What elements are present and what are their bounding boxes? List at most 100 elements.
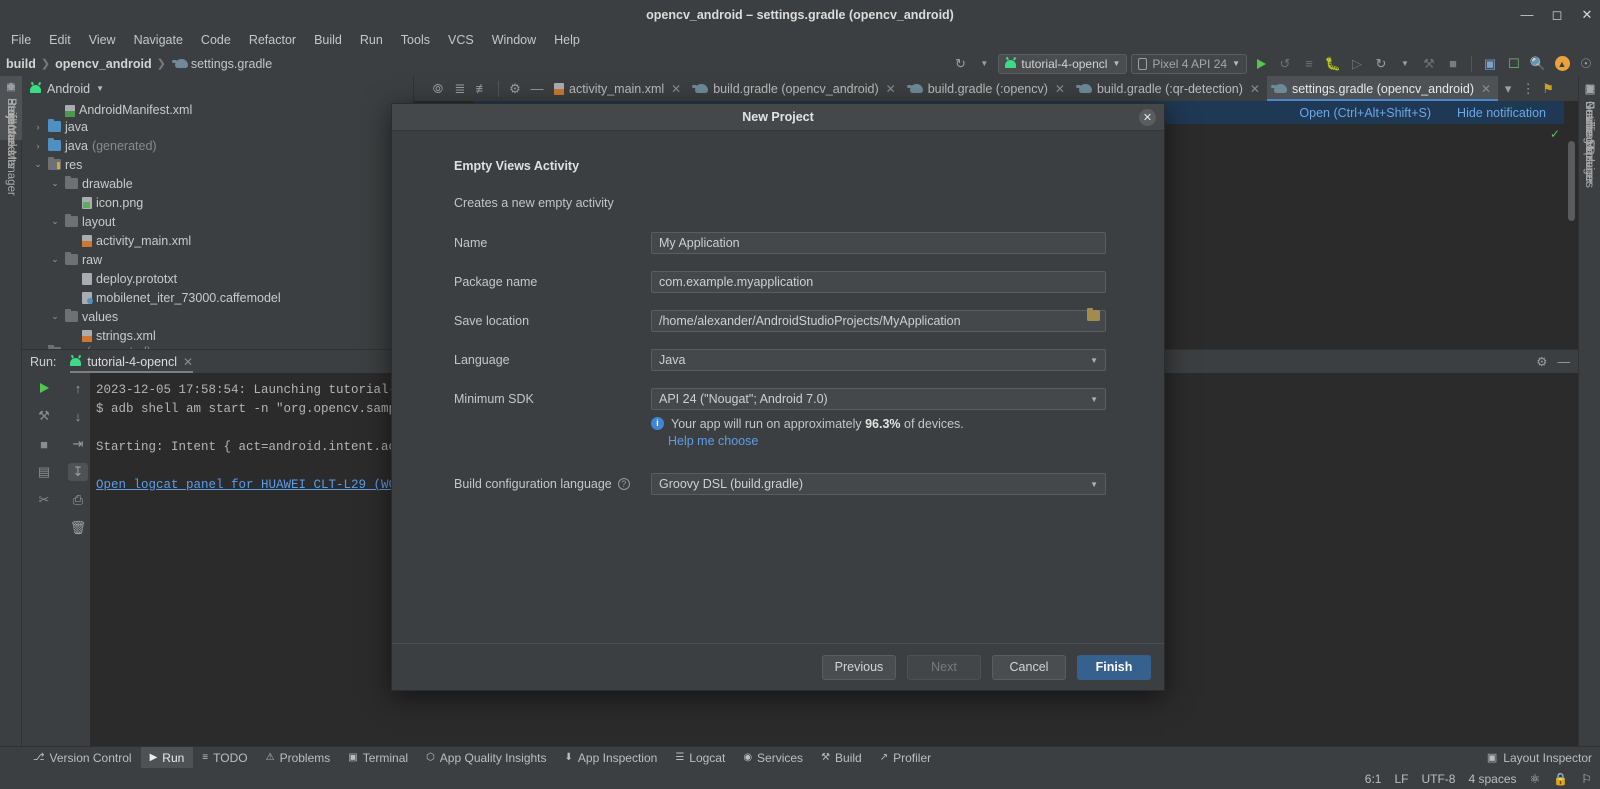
tree-expand-arrow[interactable]: ⌄ bbox=[49, 178, 61, 189]
package-name-input[interactable] bbox=[651, 271, 1106, 293]
hide-panel-icon[interactable]: — bbox=[527, 79, 547, 99]
tree-node[interactable]: ›java bbox=[22, 117, 413, 136]
tree-node[interactable]: ⌄raw bbox=[22, 250, 413, 269]
language-select[interactable]: Java ▼ bbox=[651, 349, 1106, 371]
menu-vcs[interactable]: VCS bbox=[439, 31, 483, 49]
tree-node[interactable]: strings.xml bbox=[22, 326, 413, 345]
tree-expand-arrow[interactable]: › bbox=[32, 141, 44, 151]
caret-position[interactable]: 6:1 bbox=[1365, 772, 1382, 786]
minimum-sdk-select[interactable]: API 24 ("Nougat"; Android 7.0) ▼ bbox=[651, 388, 1106, 410]
run-configuration-selector[interactable]: tutorial-4-opencl ▼ bbox=[998, 54, 1127, 74]
breadcrumb-item-file[interactable]: settings.gradle bbox=[191, 57, 272, 71]
apply-code-changes-icon[interactable]: ≡ bbox=[1299, 54, 1319, 74]
previous-button[interactable]: Previous bbox=[822, 655, 896, 680]
project-tree[interactable]: AndroidManifest.xml›java›java(generated)… bbox=[22, 101, 413, 359]
bottom-bar-item-problems[interactable]: ⚠Problems bbox=[257, 747, 340, 769]
editor-tab[interactable]: settings.gradle (opencv_android)✕ bbox=[1267, 76, 1498, 101]
expand-all-icon[interactable]: ≣ bbox=[450, 79, 470, 99]
stop-icon[interactable]: ■ bbox=[34, 435, 54, 453]
tree-node[interactable]: activity_main.xml bbox=[22, 231, 413, 250]
tree-node[interactable]: ›java(generated) bbox=[22, 136, 413, 155]
menu-file[interactable]: File bbox=[2, 31, 40, 49]
tree-expand-arrow[interactable]: › bbox=[32, 122, 44, 132]
help-icon[interactable]: ? bbox=[618, 478, 630, 490]
apply-changes-icon[interactable]: ↺ bbox=[1275, 54, 1295, 74]
help-me-choose-link[interactable]: Help me choose bbox=[668, 434, 1110, 448]
finish-button[interactable]: Finish bbox=[1077, 655, 1151, 680]
menu-tools[interactable]: Tools bbox=[392, 31, 439, 49]
sync-gradle-icon[interactable]: ↻ bbox=[950, 54, 970, 74]
editor-scrollbar[interactable] bbox=[1568, 141, 1575, 221]
stop-icon[interactable]: ■ bbox=[1443, 54, 1463, 74]
device-manager-icon[interactable]: ▣ bbox=[1480, 54, 1500, 74]
layout-icon[interactable]: ▤ bbox=[34, 463, 54, 481]
bottom-bar-item-todo[interactable]: ≡TODO bbox=[193, 747, 256, 769]
search-icon[interactable]: 🔍 bbox=[1528, 54, 1548, 74]
event-log-icon[interactable]: ⚐ bbox=[1581, 772, 1592, 786]
profile-icon[interactable]: ↻ bbox=[1371, 54, 1391, 74]
breadcrumb-item-project[interactable]: opencv_android bbox=[55, 57, 152, 71]
git-branch-icon[interactable]: ⚛ bbox=[1530, 772, 1541, 786]
scroll-up-icon[interactable]: ↑ bbox=[68, 379, 88, 397]
attach-debugger-icon[interactable]: ⚒ bbox=[1419, 54, 1439, 74]
device-file-explorer-icon[interactable]: ☐ bbox=[1504, 54, 1524, 74]
tree-node[interactable]: ⌄layout bbox=[22, 212, 413, 231]
build-config-select[interactable]: Groovy DSL (build.gradle) ▼ bbox=[651, 473, 1106, 495]
file-encoding[interactable]: UTF-8 bbox=[1421, 772, 1455, 786]
chevron-down-icon[interactable]: ▼ bbox=[1395, 54, 1415, 74]
editor-tab[interactable]: build.gradle (:opencv)✕ bbox=[903, 76, 1072, 101]
locate-icon[interactable]: ⦾ bbox=[428, 79, 448, 99]
close-tab-icon[interactable]: ✕ bbox=[671, 82, 681, 96]
line-separator[interactable]: LF bbox=[1394, 772, 1408, 786]
debug-icon[interactable]: 🐛 bbox=[1323, 54, 1343, 74]
menu-code[interactable]: Code bbox=[192, 31, 240, 49]
close-tab-icon[interactable]: ✕ bbox=[1250, 82, 1260, 96]
menu-refactor[interactable]: Refactor bbox=[240, 31, 305, 49]
tree-node[interactable]: ⌄values bbox=[22, 307, 413, 326]
chevron-down-icon[interactable]: ▼ bbox=[96, 84, 104, 93]
layout-inspector-label[interactable]: Layout Inspector bbox=[1503, 751, 1592, 765]
chevron-down-icon[interactable]: ▼ bbox=[974, 54, 994, 74]
account-icon[interactable]: ☉ bbox=[1576, 54, 1596, 74]
save-location-input[interactable] bbox=[651, 310, 1106, 332]
print-icon[interactable]: ⎙ bbox=[68, 491, 88, 509]
editor-tab[interactable]: activity_main.xml✕ bbox=[547, 76, 688, 101]
close-tab-icon[interactable]: ✕ bbox=[1481, 82, 1491, 96]
tree-node[interactable]: mobilenet_iter_73000.caffemodel bbox=[22, 288, 413, 307]
bottom-bar-item-profiler[interactable]: ↗Profiler bbox=[871, 747, 940, 769]
hide-panel-icon[interactable]: — bbox=[1558, 355, 1571, 369]
open-settings-link[interactable]: Open (Ctrl+Alt+Shift+S) bbox=[1299, 106, 1431, 120]
sidebar-item-build-variants[interactable]: ⚙ Build Variants bbox=[0, 76, 22, 174]
clear-all-icon[interactable]: 🗑 bbox=[68, 519, 88, 537]
close-button[interactable]: ✕ bbox=[1580, 8, 1594, 22]
tree-node[interactable]: AndroidManifest.xml bbox=[22, 102, 413, 117]
breadcrumb-item-build[interactable]: build bbox=[6, 57, 36, 71]
collapse-all-icon[interactable]: ≢ bbox=[472, 79, 492, 99]
run-session-tab[interactable]: tutorial-4-opencl ✕ bbox=[70, 350, 193, 373]
menu-navigate[interactable]: Navigate bbox=[125, 31, 192, 49]
cancel-button[interactable]: Cancel bbox=[992, 655, 1066, 680]
bottom-bar-item-run[interactable]: ▶Run bbox=[141, 747, 194, 769]
soft-wrap-icon[interactable]: ⇥ bbox=[68, 435, 88, 453]
device-selector[interactable]: Pixel 4 API 24 ▼ bbox=[1131, 54, 1247, 74]
tree-node[interactable]: icon.png bbox=[22, 193, 413, 212]
tree-node[interactable]: deploy.prototxt bbox=[22, 269, 413, 288]
menu-window[interactable]: Window bbox=[483, 31, 545, 49]
editor-tab[interactable]: build.gradle (:qr-detection)✕ bbox=[1072, 76, 1267, 101]
tab-options-icon[interactable]: ⋮ bbox=[1518, 79, 1538, 99]
name-input[interactable] bbox=[651, 232, 1106, 254]
run-button[interactable] bbox=[1251, 54, 1271, 74]
tree-expand-arrow[interactable]: ⌄ bbox=[49, 254, 61, 265]
bottom-bar-item-app-inspection[interactable]: ⬇App Inspection bbox=[556, 747, 667, 769]
indent-setting[interactable]: 4 spaces bbox=[1468, 772, 1516, 786]
tree-node[interactable]: ⌄res bbox=[22, 155, 413, 174]
hide-notification-link[interactable]: Hide notification bbox=[1457, 106, 1546, 120]
tree-expand-arrow[interactable]: ⌄ bbox=[49, 216, 61, 227]
bottom-bar-item-services[interactable]: ◉Services bbox=[734, 747, 812, 769]
dialog-close-button[interactable]: ✕ bbox=[1139, 109, 1156, 126]
tree-expand-arrow[interactable]: ⌄ bbox=[49, 311, 61, 322]
project-view-selector-label[interactable]: Android bbox=[47, 82, 90, 96]
tree-expand-arrow[interactable]: ⌄ bbox=[32, 159, 44, 170]
maximize-button[interactable]: ◻ bbox=[1550, 8, 1564, 22]
wrench-icon[interactable]: ✂ bbox=[34, 491, 54, 509]
